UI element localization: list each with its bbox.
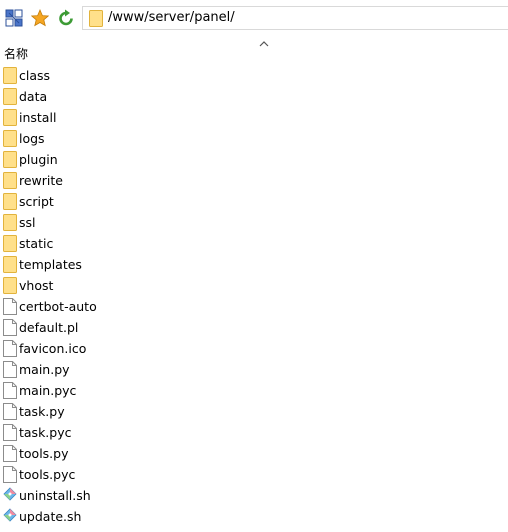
file-name: default.pl (19, 320, 79, 335)
list-item[interactable]: logs (0, 128, 508, 149)
list-item[interactable]: vhost (0, 275, 508, 296)
folder-icon (3, 109, 17, 126)
file-name: plugin (19, 152, 58, 167)
refresh-icon[interactable] (56, 8, 76, 28)
list-item[interactable]: main.pyc (0, 380, 508, 401)
folder-icon (3, 214, 17, 231)
address-path: /www/server/panel/ (108, 10, 235, 25)
list-item[interactable]: plugin (0, 149, 508, 170)
file-name: main.py (19, 362, 70, 377)
list-item[interactable]: tools.py (0, 443, 508, 464)
star-icon[interactable] (30, 8, 50, 28)
file-name: update.sh (19, 509, 82, 524)
file-name: install (19, 110, 57, 125)
file-name: task.py (19, 404, 65, 419)
file-name: script (19, 194, 54, 209)
folder-icon (3, 130, 17, 147)
network-drive-icon[interactable] (4, 8, 24, 28)
folder-icon (3, 235, 17, 252)
file-name: main.pyc (19, 383, 77, 398)
list-item[interactable]: ssl (0, 212, 508, 233)
file-icon (3, 319, 17, 336)
file-icon (3, 382, 17, 399)
list-item[interactable]: uninstall.sh (0, 485, 508, 506)
list-item[interactable]: default.pl (0, 317, 508, 338)
file-name: logs (19, 131, 45, 146)
file-name: task.pyc (19, 425, 72, 440)
list-item[interactable]: static (0, 233, 508, 254)
list-item[interactable]: update.sh (0, 506, 508, 527)
list-item[interactable]: script (0, 191, 508, 212)
folder-icon (3, 88, 17, 105)
file-name: ssl (19, 215, 36, 230)
script-file-icon (3, 508, 17, 525)
script-file-icon (3, 487, 17, 504)
file-name: uninstall.sh (19, 488, 91, 503)
file-icon (3, 361, 17, 378)
file-name: tools.py (19, 446, 69, 461)
list-item[interactable]: rewrite (0, 170, 508, 191)
folder-icon (3, 172, 17, 189)
file-name: templates (19, 257, 82, 272)
file-name: certbot-auto (19, 299, 97, 314)
list-item[interactable]: main.py (0, 359, 508, 380)
file-name: vhost (19, 278, 54, 293)
file-name: favicon.ico (19, 341, 87, 356)
file-list: class data install logs plugin rewrite script s… (0, 65, 508, 527)
list-item[interactable]: certbot-auto (0, 296, 508, 317)
list-item[interactable]: task.pyc (0, 422, 508, 443)
file-icon (3, 340, 17, 357)
folder-icon (3, 277, 17, 294)
file-name: tools.pyc (19, 467, 76, 482)
folder-icon (89, 10, 103, 30)
file-icon (3, 466, 17, 483)
file-icon (3, 298, 17, 315)
address-bar[interactable]: /www/server/panel/ (82, 6, 508, 30)
list-item[interactable]: task.py (0, 401, 508, 422)
list-item[interactable]: install (0, 107, 508, 128)
list-item[interactable]: tools.pyc (0, 464, 508, 485)
file-name: class (19, 68, 51, 83)
file-name: rewrite (19, 173, 63, 188)
file-icon (3, 424, 17, 441)
folder-icon (3, 193, 17, 210)
name-column-header[interactable]: 名称 (4, 45, 28, 62)
file-icon (3, 403, 17, 420)
folder-icon (3, 151, 17, 168)
folder-icon (3, 256, 17, 273)
file-name: static (19, 236, 54, 251)
list-item[interactable]: favicon.ico (0, 338, 508, 359)
sort-ascending-icon (259, 36, 269, 50)
file-name: data (19, 89, 48, 104)
folder-icon (3, 67, 17, 84)
list-item[interactable]: templates (0, 254, 508, 275)
file-icon (3, 445, 17, 462)
toolbar: /www/server/panel/ (0, 0, 508, 38)
list-item[interactable]: data (0, 86, 508, 107)
list-item[interactable]: class (0, 65, 508, 86)
